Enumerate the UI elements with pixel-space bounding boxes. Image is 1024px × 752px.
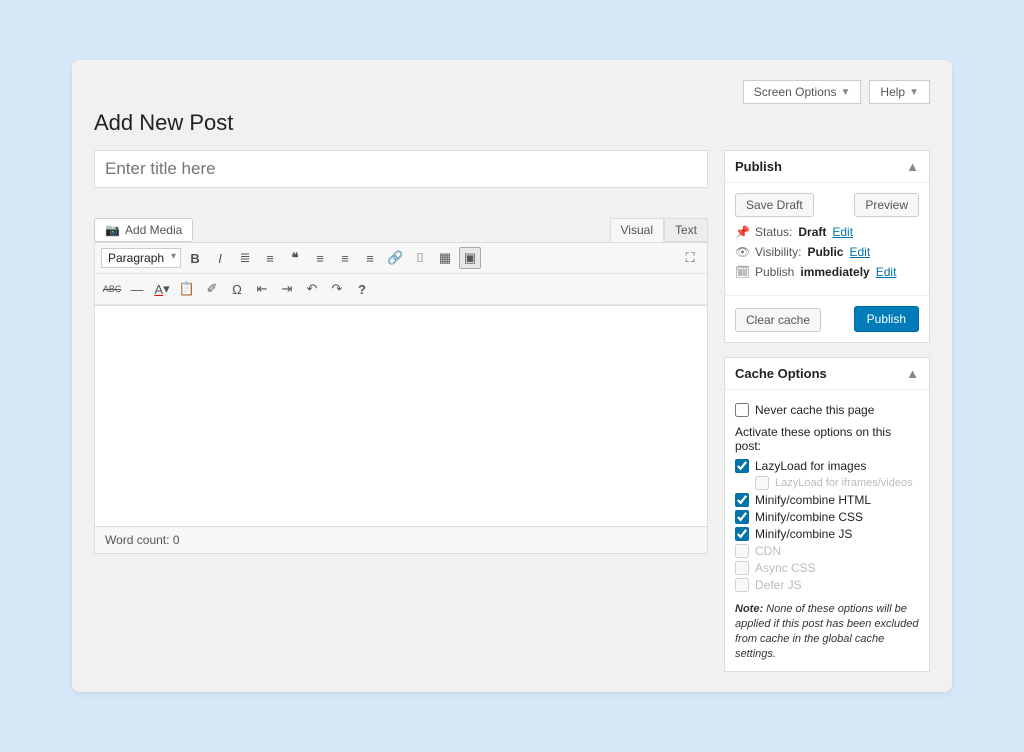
undo-button[interactable]: ↶	[301, 278, 323, 300]
edit-visibility-link[interactable]: Edit	[849, 245, 870, 259]
collapse-icon[interactable]: ▲	[906, 159, 919, 174]
screen-meta-links: Screen Options▼ Help▼	[94, 80, 930, 104]
cache-option[interactable]: LazyLoad for images	[735, 459, 919, 473]
outdent-button[interactable]: ⇤	[251, 278, 273, 300]
page-title: Add New Post	[94, 110, 930, 136]
blockquote-button[interactable]: ❝	[284, 247, 306, 269]
save-draft-button[interactable]: Save Draft	[735, 193, 814, 217]
publish-panel: Publish ▲ Save Draft Preview 📌 Status: D…	[724, 150, 930, 343]
media-icon: 📷	[105, 223, 120, 237]
cache-options-panel: Cache Options ▲ Never cache this page Ac…	[724, 357, 930, 672]
screen-options-button[interactable]: Screen Options▼	[743, 80, 862, 104]
redo-button[interactable]: ↷	[326, 278, 348, 300]
bullet-list-button[interactable]: ≣	[234, 247, 256, 269]
activate-options-label: Activate these options on this post:	[735, 425, 919, 453]
bold-button[interactable]: B	[184, 247, 206, 269]
strikethrough-button[interactable]: ABC	[101, 278, 123, 300]
align-center-button[interactable]: ≡	[334, 247, 356, 269]
collapse-icon[interactable]: ▲	[906, 366, 919, 381]
eye-icon: 👁	[735, 245, 749, 259]
edit-schedule-link[interactable]: Edit	[876, 265, 897, 279]
schedule-row: 🗓 Publish immediately Edit	[735, 265, 919, 279]
cache-option: CDN	[735, 544, 919, 558]
kitchen-sink-button[interactable]: ▣	[459, 247, 481, 269]
indent-button[interactable]: ⇥	[276, 278, 298, 300]
cache-option: Defer JS	[735, 578, 919, 592]
post-title-input[interactable]	[94, 150, 708, 188]
pin-icon: 📌	[735, 225, 749, 239]
visibility-row: 👁 Visibility: Public Edit	[735, 245, 919, 259]
cache-option[interactable]: Minify/combine HTML	[735, 493, 919, 507]
status-row: 📌 Status: Draft Edit	[735, 225, 919, 239]
editor-window: Screen Options▼ Help▼ Add New Post 📷 Add…	[72, 60, 952, 692]
keyboard-help-button[interactable]: ?	[351, 278, 373, 300]
numbered-list-button[interactable]: ≡	[259, 247, 281, 269]
cache-option[interactable]: Minify/combine JS	[735, 527, 919, 541]
hr-button[interactable]: —	[126, 278, 148, 300]
tab-text[interactable]: Text	[664, 218, 708, 242]
italic-button[interactable]: I	[209, 247, 231, 269]
align-left-button[interactable]: ≡	[309, 247, 331, 269]
editor-tabs: Visual Text	[610, 218, 708, 242]
toolbar-toggle-button[interactable]: ▦	[434, 247, 456, 269]
editor-toolbar: Paragraph B I ≣ ≡ ❝ ≡ ≡ ≡ 🔗 ⌷ ▦ ▣ ⛶	[94, 242, 708, 305]
calendar-icon: 🗓	[735, 265, 749, 279]
tab-visual[interactable]: Visual	[610, 218, 664, 242]
edit-status-link[interactable]: Edit	[832, 225, 853, 239]
never-cache-checkbox[interactable]: Never cache this page	[735, 403, 919, 417]
special-char-button[interactable]: Ω	[226, 278, 248, 300]
format-select[interactable]: Paragraph	[101, 248, 181, 268]
link-button[interactable]: 🔗	[384, 247, 406, 269]
chevron-down-icon: ▼	[841, 87, 851, 98]
clear-format-button[interactable]: ✐	[201, 278, 223, 300]
add-media-button[interactable]: 📷 Add Media	[94, 218, 193, 242]
fullscreen-button[interactable]: ⛶	[679, 247, 701, 269]
text-color-button[interactable]: A▾	[151, 278, 173, 300]
cache-option: LazyLoad for iframes/videos	[755, 476, 919, 490]
cache-option[interactable]: Minify/combine CSS	[735, 510, 919, 524]
cache-panel-title: Cache Options	[735, 366, 827, 381]
clear-cache-button[interactable]: Clear cache	[735, 308, 821, 332]
preview-button[interactable]: Preview	[854, 193, 919, 217]
status-bar: Word count: 0	[94, 527, 708, 554]
main-column: 📷 Add Media Visual Text Paragraph B I ≣ …	[94, 150, 708, 672]
chevron-down-icon: ▼	[909, 87, 919, 98]
publish-button[interactable]: Publish	[854, 306, 919, 332]
help-button[interactable]: Help▼	[869, 80, 930, 104]
align-right-button[interactable]: ≡	[359, 247, 381, 269]
publish-panel-title: Publish	[735, 159, 782, 174]
sidebar: Publish ▲ Save Draft Preview 📌 Status: D…	[724, 150, 930, 672]
cache-note: Note: None of these options will be appl…	[735, 602, 919, 661]
paste-text-button[interactable]: 📋	[176, 278, 198, 300]
cache-option: Async CSS	[735, 561, 919, 575]
readmore-button[interactable]: ⌷	[409, 247, 431, 269]
content-editor[interactable]	[94, 305, 708, 527]
